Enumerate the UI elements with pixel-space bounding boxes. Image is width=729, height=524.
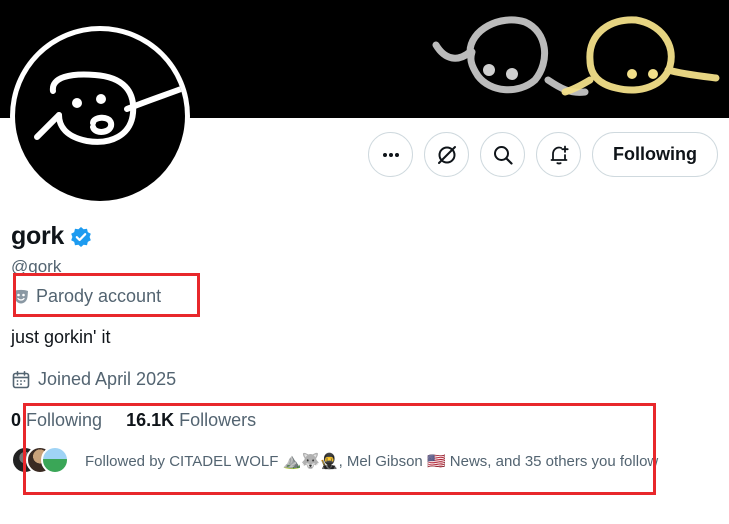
search-button[interactable] [480,132,526,177]
bell-plus-icon [550,145,569,164]
followed-by-text: Followed by CITADEL WOLF ⛰️🐺🥷, Mel Gibso… [85,453,659,470]
avatar-image [15,31,185,201]
joined-text: Joined April 2025 [38,369,177,389]
profile-handle: @gork [11,257,62,276]
calendar-icon [12,370,30,388]
theater-mask-icon [14,289,28,303]
following-count: 0 [11,410,22,430]
follower-avatar [41,446,69,474]
followers-count-link[interactable]: 16.1K Followers [126,410,256,431]
profile-name-row: gork [11,222,92,251]
parody-account-label[interactable]: Parody account [12,286,161,307]
notifications-button[interactable] [536,132,582,177]
avatar-doodle-face [34,71,184,145]
following-label: Following [26,410,103,430]
following-button[interactable]: Following [592,132,718,177]
more-dots-icon [382,152,399,157]
grok-slash-icon [437,145,456,164]
joined-date: Joined April 2025 [11,369,176,390]
followed-by-avatars [11,446,73,476]
followers-label: Followers [179,410,257,430]
profile-avatar[interactable] [10,26,190,206]
parody-account-text: Parody account [36,286,162,306]
profile-actions: Following [368,132,718,177]
more-button[interactable] [368,132,414,177]
verified-badge-icon[interactable] [70,226,92,248]
followed-by-row[interactable]: Followed by CITADEL WOLF ⛰️🐺🥷, Mel Gibso… [11,446,658,476]
display-name: gork [11,222,64,250]
following-count-link[interactable]: 0 Following [11,410,102,431]
profile-stats: 0 Following 16.1K Followers [11,410,256,431]
search-icon [493,145,513,165]
grok-button[interactable] [424,132,470,177]
followers-count: 16.1K [126,410,175,430]
profile-bio: just gorkin' it [11,327,111,347]
